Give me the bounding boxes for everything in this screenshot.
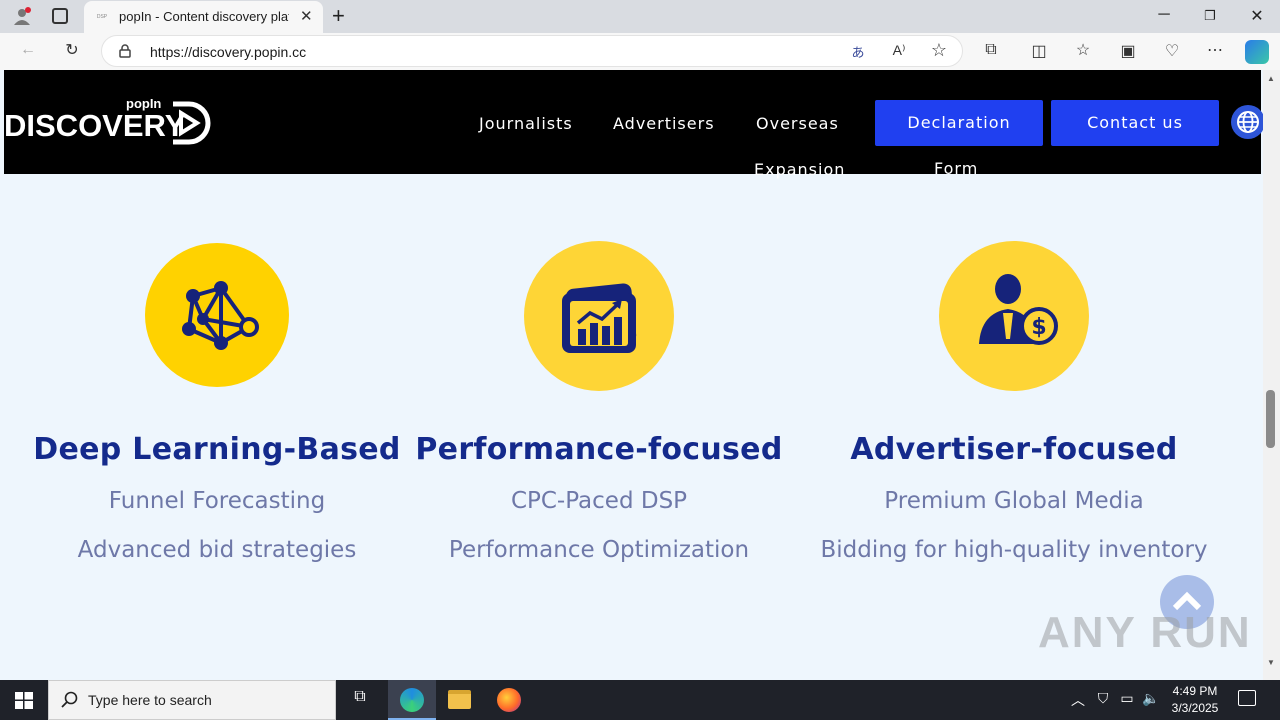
taskbar-search-box[interactable]: Type here to search bbox=[48, 680, 336, 720]
feature-title-performance: Performance-focused bbox=[415, 432, 783, 467]
tab-title: popIn - Content discovery platfo bbox=[119, 9, 289, 24]
favorites-icon[interactable]: ☆ bbox=[1071, 40, 1095, 60]
minimize-icon[interactable]: ─ bbox=[1154, 6, 1174, 24]
address-toolbar: ← ↻ https://discovery.popin.cc あ A⁾ ☆ ⧉ … bbox=[0, 33, 1280, 70]
security-tray-icon[interactable]: ⛉ bbox=[1091, 690, 1115, 714]
declaration-button-label: Declaration bbox=[907, 113, 1011, 132]
nav-journalists[interactable]: Journalists bbox=[479, 114, 573, 133]
network-tray-icon[interactable]: ▭ bbox=[1115, 690, 1139, 714]
url-text: https://discovery.popin.cc bbox=[150, 44, 307, 60]
new-tab-icon[interactable]: + bbox=[332, 3, 345, 29]
nav-overseas[interactable]: Overseas bbox=[756, 114, 839, 133]
system-clock[interactable]: 4:49 PM 3/3/2025 bbox=[1160, 683, 1230, 717]
task-view-icon[interactable]: ⧉ bbox=[348, 688, 372, 712]
scrollbar-thumb[interactable] bbox=[1266, 390, 1275, 448]
declaration-form-button[interactable]: Declaration bbox=[875, 100, 1043, 146]
extensions-icon[interactable]: ⧉ bbox=[979, 41, 1003, 59]
restore-icon[interactable]: ❐ bbox=[1200, 8, 1220, 24]
back-icon[interactable]: ← bbox=[16, 41, 40, 59]
windows-taskbar: Type here to search ⧉ ︿ ⛉ ▭ 🔈 4:49 PM 3/… bbox=[0, 680, 1280, 720]
favorite-star-icon[interactable]: ☆ bbox=[927, 40, 951, 61]
browser-tab[interactable]: DSP popIn - Content discovery platfo ✕ bbox=[84, 1, 323, 34]
split-screen-icon[interactable]: ◫ bbox=[1027, 41, 1051, 61]
feature-line-optimization: Performance Optimization bbox=[448, 537, 750, 563]
tab-actions-icon[interactable] bbox=[52, 8, 68, 24]
clock-date: 3/3/2025 bbox=[1171, 701, 1219, 715]
advertiser-dollar-icon: $ bbox=[939, 241, 1089, 391]
browser-essentials-icon[interactable]: ♡ bbox=[1160, 41, 1184, 61]
read-aloud-icon[interactable]: A⁾ bbox=[887, 42, 911, 59]
feature-line-premium: Premium Global Media bbox=[884, 488, 1144, 514]
browser-title-bar: DSP popIn - Content discovery platfo ✕ +… bbox=[0, 0, 1280, 34]
svg-text:$: $ bbox=[1031, 315, 1046, 340]
feature-line-cpc: CPC-Paced DSP bbox=[510, 488, 688, 514]
web-page: popIn DISCOVERY Journalists Advertisers … bbox=[0, 70, 1280, 680]
contact-button-label: Contact us bbox=[1087, 113, 1183, 132]
show-hidden-icons-icon[interactable]: ︿ bbox=[1066, 690, 1090, 714]
lock-icon[interactable] bbox=[119, 44, 131, 58]
feature-line-bidding: Bidding for high-quality inventory bbox=[820, 537, 1208, 563]
close-window-icon[interactable]: ✕ bbox=[1247, 6, 1267, 26]
anyrun-watermark: ANY RUN bbox=[1038, 608, 1252, 657]
edge-taskbar-icon[interactable] bbox=[388, 680, 436, 720]
address-field[interactable]: https://discovery.popin.cc あ A⁾ ☆ bbox=[101, 35, 963, 67]
nav-advertisers[interactable]: Advertisers bbox=[613, 114, 715, 133]
logo-text[interactable]: DISCOVERY bbox=[4, 108, 185, 144]
contact-us-button[interactable]: Contact us bbox=[1051, 100, 1219, 146]
site-header: popIn DISCOVERY Journalists Advertisers … bbox=[4, 70, 1265, 179]
firefox-icon[interactable] bbox=[497, 688, 521, 712]
nav-expansion[interactable]: Expansion bbox=[754, 160, 845, 179]
more-menu-icon[interactable]: ⋯ bbox=[1203, 40, 1227, 60]
translate-icon[interactable]: あ bbox=[846, 42, 870, 61]
feature-line-bid: Advanced bid strategies bbox=[77, 537, 357, 563]
search-icon bbox=[61, 691, 79, 709]
network-icon bbox=[145, 243, 289, 387]
growth-chart-icon bbox=[524, 241, 674, 391]
notifications-icon[interactable] bbox=[1238, 690, 1256, 706]
page-scrollbar[interactable]: ▲ ▼ bbox=[1263, 70, 1280, 680]
collections-icon[interactable]: ▣ bbox=[1116, 41, 1140, 61]
refresh-icon[interactable]: ↻ bbox=[60, 40, 84, 60]
windows-start-icon[interactable] bbox=[15, 692, 33, 709]
scroll-up-icon[interactable]: ▲ bbox=[1267, 74, 1275, 83]
search-placeholder: Type here to search bbox=[88, 692, 212, 708]
clock-time: 4:49 PM bbox=[1172, 684, 1218, 698]
file-explorer-icon[interactable] bbox=[448, 690, 471, 709]
profile-icon[interactable] bbox=[12, 6, 32, 26]
close-tab-icon[interactable]: ✕ bbox=[300, 7, 313, 25]
scroll-down-icon[interactable]: ▼ bbox=[1267, 658, 1275, 667]
globe-language-icon[interactable] bbox=[1231, 105, 1265, 139]
logo-play-icon[interactable] bbox=[167, 100, 211, 147]
feature-title-deep-learning: Deep Learning-Based bbox=[33, 432, 401, 467]
declaration-form-overflow[interactable]: Form bbox=[934, 159, 978, 178]
favicon-icon: DSP bbox=[96, 14, 108, 20]
feature-line-funnel: Funnel Forecasting bbox=[108, 488, 326, 514]
feature-title-advertiser: Advertiser-focused bbox=[850, 432, 1178, 467]
copilot-icon[interactable] bbox=[1245, 40, 1269, 64]
